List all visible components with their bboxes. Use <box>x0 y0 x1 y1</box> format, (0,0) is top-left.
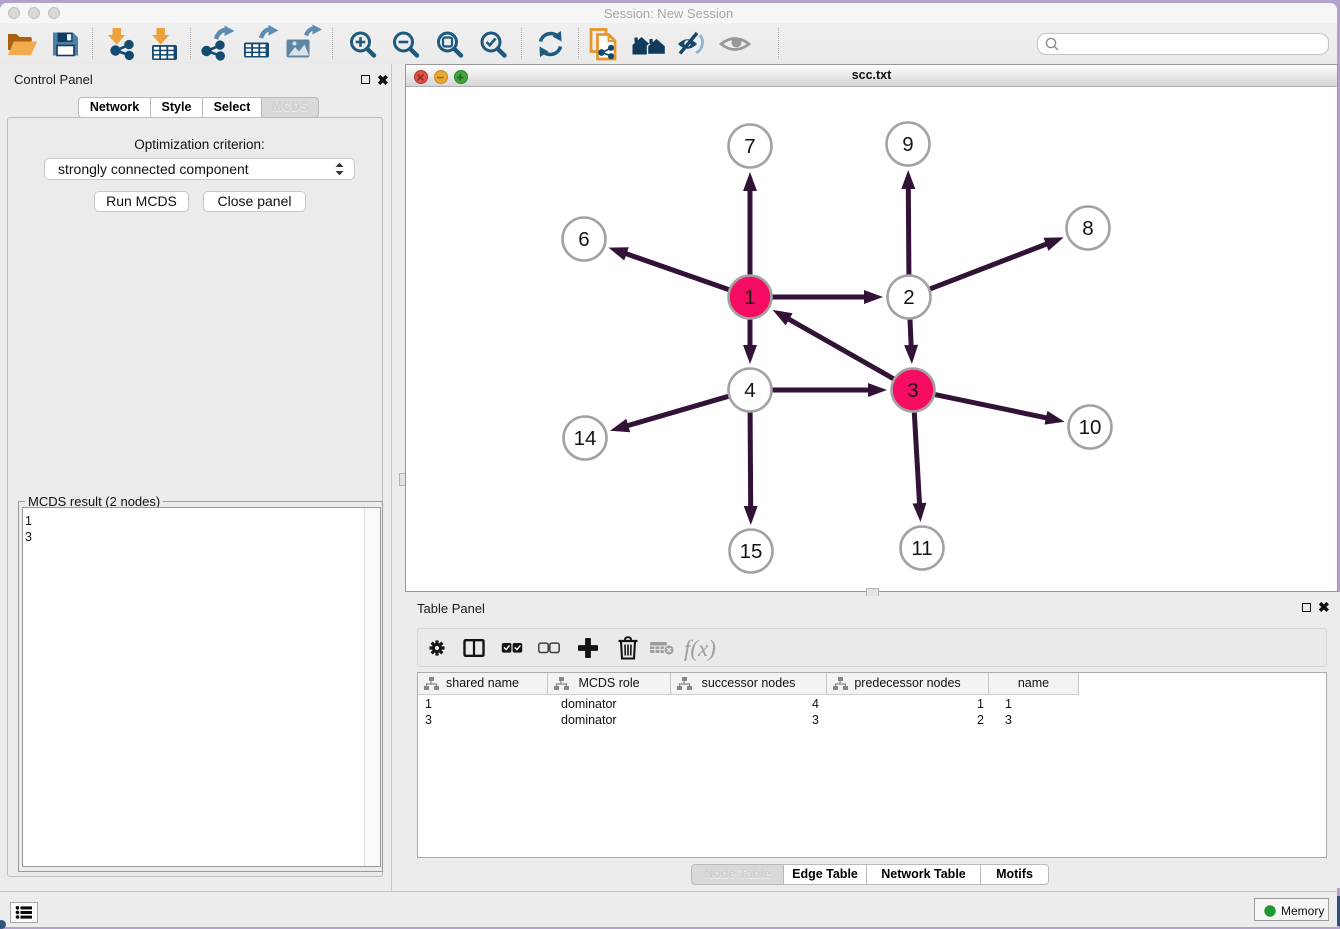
svg-text:9: 9 <box>902 133 913 156</box>
svg-text:10: 10 <box>1079 416 1102 439</box>
svg-text:1: 1 <box>744 286 755 309</box>
svg-text:8: 8 <box>1082 217 1093 240</box>
svg-text:3: 3 <box>907 379 918 402</box>
svg-text:14: 14 <box>574 427 597 450</box>
svg-text:2: 2 <box>903 286 914 309</box>
svg-text:15: 15 <box>740 540 763 563</box>
svg-text:f(x): f(x) <box>684 636 716 661</box>
svg-text:11: 11 <box>911 537 932 560</box>
svg-text:6: 6 <box>578 228 589 251</box>
svg-text:7: 7 <box>744 135 755 158</box>
svg-text:4: 4 <box>744 379 755 402</box>
